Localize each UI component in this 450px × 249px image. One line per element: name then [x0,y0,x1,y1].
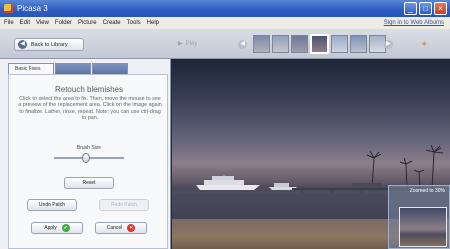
redo-patch-button[interactable]: Redo Patch [99,199,149,211]
back-arrow-icon: ◀ [18,40,27,49]
minimize-button[interactable]: _ [404,2,417,15]
edit-panel: Basic Fixes Retouch blemishes Click to s… [0,59,171,249]
retouch-heading: Retouch blemishes [54,85,124,94]
filmstrip-thumbnail[interactable] [350,35,367,53]
brush-size-slider-handle[interactable] [81,153,90,163]
menu-create[interactable]: Create [103,20,121,26]
back-to-library-button[interactable]: ◀ Back to Library [14,38,84,51]
retouch-description: Click to select the area to fix. Then, m… [18,96,162,121]
edit-tabs: Basic Fixes [8,63,129,74]
menu-help[interactable]: Help [147,20,159,26]
sign-in-link[interactable]: Sign in to Web Albums [384,20,444,26]
title-bar: Picasa 3 _ □ × [0,0,450,17]
zoom-level-label: Zoomed to 30% [409,188,445,194]
filmstrip-thumbnail-selected[interactable] [310,34,329,54]
zoom-navigator[interactable]: Zoomed to 30% [388,185,450,249]
tab-basic-fixes[interactable]: Basic Fixes [8,63,54,74]
cancel-label: Cancel [106,225,123,231]
filmstrip [253,34,386,54]
filmstrip-thumbnail[interactable] [272,35,289,53]
yacht-large [196,175,260,190]
filmstrip-thumbnail[interactable] [291,35,308,53]
cancel-button[interactable]: Cancel ✕ [95,222,147,234]
menu-bar: File Edit View Folder Picture Create Too… [0,17,450,29]
star-icon[interactable]: ✦ [420,39,428,50]
filmstrip-thumbnail[interactable] [253,35,270,53]
cancel-x-icon: ✕ [127,224,136,232]
menu-tools[interactable]: Tools [127,20,141,26]
menu-picture[interactable]: Picture [78,20,97,26]
photo-canvas[interactable]: Zoomed to 30% [172,59,450,249]
tab-tuning[interactable] [55,63,91,74]
checkmark-icon: ✔ [61,224,70,232]
play-label: Play [185,40,198,47]
tab-effects[interactable] [92,63,128,74]
maximize-button[interactable]: □ [419,2,432,15]
undo-patch-button[interactable]: Undo Patch [27,199,77,211]
previous-photo-icon[interactable]: ◀ [238,40,247,49]
play-button[interactable]: ▶ Play [178,40,198,48]
back-to-library-label: Back to Library [31,41,68,48]
retouch-panel: Retouch blemishes Click to select the ar… [8,74,168,249]
redo-patch-label: Redo Patch [110,202,138,208]
brush-size-label: Brush Size [76,145,102,151]
window-title: Picasa 3 [17,4,48,13]
filmstrip-thumbnail[interactable] [331,35,348,53]
apply-button[interactable]: Apply ✔ [31,222,83,234]
menu-view[interactable]: View [36,20,49,26]
menu-edit[interactable]: Edit [20,20,30,26]
menu-file[interactable]: File [4,20,14,26]
toolbar: ◀ Back to Library ▶ Play ◀ ▶ ✦ [0,29,450,59]
zoom-navigator-thumbnail[interactable] [399,207,447,247]
close-button[interactable]: × [434,2,447,15]
play-icon: ▶ [178,41,183,47]
reset-button[interactable]: Reset [64,177,114,189]
menu-folder[interactable]: Folder [55,20,72,26]
next-photo-icon[interactable]: ▶ [384,40,393,49]
undo-patch-label: Undo Patch [38,202,66,208]
reset-label: Reset [82,180,96,186]
picasa-logo-icon [4,4,13,13]
apply-label: Apply [44,225,57,231]
